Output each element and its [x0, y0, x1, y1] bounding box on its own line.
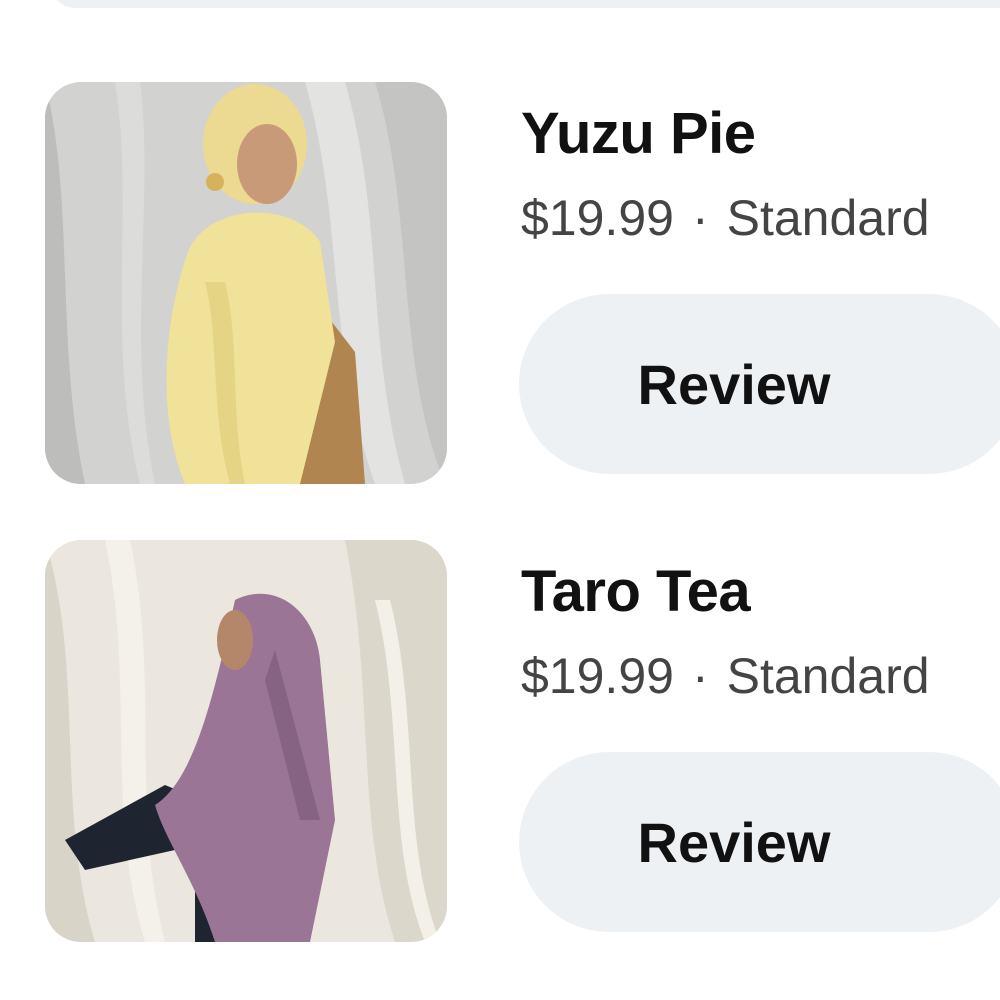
product-meta: $19.99 · Standard — [521, 647, 930, 705]
review-button-label: Review — [637, 810, 831, 874]
product-variant: Standard — [726, 648, 930, 704]
list-item: Taro Tea $19.99 · Standard Review — [0, 540, 1000, 942]
product-list: Yuzu Pie $19.99 · Standard Review Taro T… — [0, 0, 1000, 1000]
product-price: $19.99 — [521, 648, 674, 704]
product-image-taro-tea[interactable] — [45, 540, 447, 942]
product-meta: $19.99 · Standard — [521, 189, 930, 247]
product-name: Yuzu Pie — [521, 101, 756, 166]
meta-separator: · — [691, 190, 709, 246]
product-price: $19.99 — [521, 190, 674, 246]
list-item: Yuzu Pie $19.99 · Standard Review — [0, 82, 1000, 484]
meta-separator: · — [691, 648, 709, 704]
product-variant: Standard — [726, 190, 930, 246]
product-name: Taro Tea — [521, 559, 751, 624]
review-button[interactable]: Review — [519, 752, 1000, 932]
review-button-label: Review — [637, 352, 831, 416]
review-button[interactable]: Review — [519, 294, 1000, 474]
product-image-yuzu-pie[interactable] — [45, 82, 447, 484]
previous-card-edge — [48, 0, 1000, 8]
